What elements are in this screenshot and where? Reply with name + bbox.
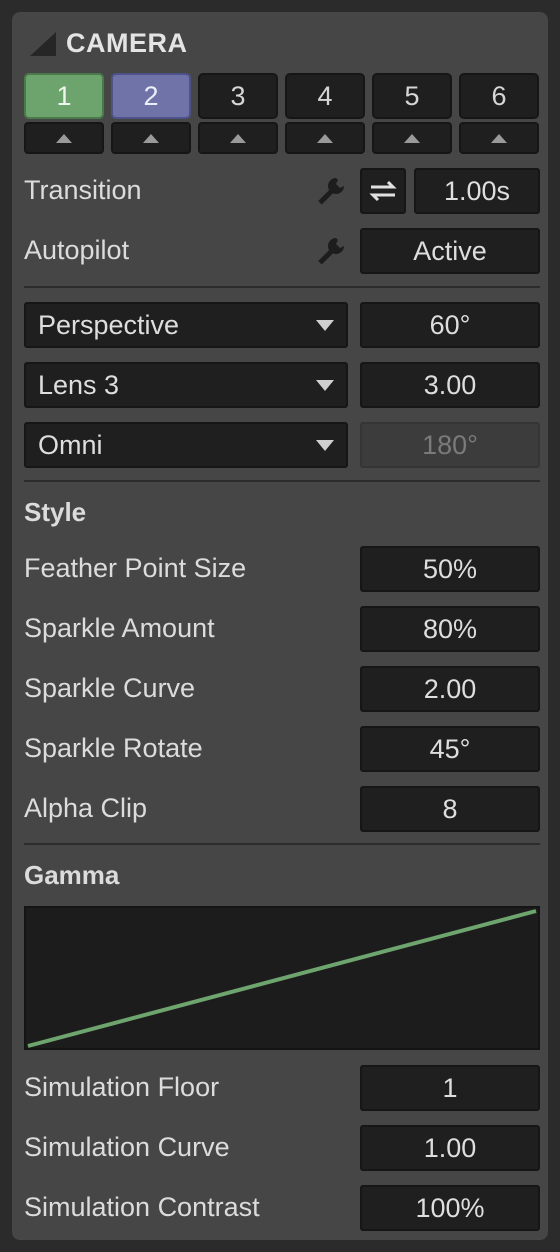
gamma-heading: Gamma xyxy=(24,860,120,890)
projection-selected: Perspective xyxy=(38,309,180,340)
lens-dropdown[interactable]: Lens 3 xyxy=(24,362,348,408)
simulation-floor-field[interactable]: 1 xyxy=(360,1065,540,1111)
camera-2-expand-button[interactable] xyxy=(111,122,191,154)
gamma-curve[interactable] xyxy=(26,908,538,1048)
simulation-contrast-field[interactable]: 100% xyxy=(360,1185,540,1231)
triangle-up-icon xyxy=(317,133,333,143)
sparkle-amount-label: Sparkle Amount xyxy=(24,613,215,643)
chevron-down-icon xyxy=(316,379,334,391)
camera-6-expand-button[interactable] xyxy=(459,122,539,154)
simulation-contrast-label: Simulation Contrast xyxy=(24,1192,260,1222)
camera-5-button[interactable]: 5 xyxy=(372,73,452,119)
camera-3-button[interactable]: 3 xyxy=(198,73,278,119)
divider xyxy=(24,843,540,845)
divider xyxy=(24,480,540,482)
panel-title: CAMERA xyxy=(66,28,188,58)
camera-4-button[interactable]: 4 xyxy=(285,73,365,119)
sparkle-amount-field[interactable]: 80% xyxy=(360,606,540,652)
swap-arrows-icon xyxy=(369,180,397,202)
camera-1-expand-button[interactable] xyxy=(24,122,104,154)
wrench-icon[interactable] xyxy=(314,174,348,208)
lens-value-field[interactable]: 3.00 xyxy=(360,362,540,408)
autopilot-label: Autopilot xyxy=(24,235,130,265)
alpha-clip-label: Alpha Clip xyxy=(24,793,148,823)
simulation-curve-field[interactable]: 1.00 xyxy=(360,1125,540,1171)
projection-dropdown[interactable]: Perspective xyxy=(24,302,348,348)
autopilot-toggle[interactable]: Active xyxy=(360,228,540,274)
alpha-clip-field[interactable]: 8 xyxy=(360,786,540,832)
feather-point-size-field[interactable]: 50% xyxy=(360,546,540,592)
triangle-up-icon xyxy=(491,133,507,143)
swap-transition-button[interactable] xyxy=(360,168,406,214)
divider xyxy=(24,286,540,288)
camera-3-expand-button[interactable] xyxy=(198,122,278,154)
transition-duration-field[interactable]: 1.00s xyxy=(414,168,540,214)
simulation-curve-label: Simulation Curve xyxy=(24,1132,230,1162)
gamma-curve-editor[interactable] xyxy=(24,906,540,1050)
triangle-up-icon xyxy=(143,133,159,143)
chevron-down-icon xyxy=(316,439,334,451)
chevron-down-icon xyxy=(316,319,334,331)
light-angle-field: 180° xyxy=(360,422,540,468)
camera-1-button[interactable]: 1 xyxy=(24,73,104,119)
sparkle-curve-label: Sparkle Curve xyxy=(24,673,196,703)
sparkle-curve-field[interactable]: 2.00 xyxy=(360,666,540,712)
transition-label: Transition xyxy=(24,175,142,205)
style-heading: Style xyxy=(24,497,87,527)
camera-6-button[interactable]: 6 xyxy=(459,73,539,119)
simulation-floor-label: Simulation Floor xyxy=(24,1072,220,1102)
feather-point-size-label: Feather Point Size xyxy=(24,553,247,583)
light-type-dropdown[interactable]: Omni xyxy=(24,422,348,468)
sparkle-rotate-field[interactable]: 45° xyxy=(360,726,540,772)
camera-5-expand-button[interactable] xyxy=(372,122,452,154)
sparkle-rotate-label: Sparkle Rotate xyxy=(24,733,203,763)
fov-field[interactable]: 60° xyxy=(360,302,540,348)
collapse-triangle-icon[interactable] xyxy=(28,30,58,58)
camera-2-button[interactable]: 2 xyxy=(111,73,191,119)
wrench-icon[interactable] xyxy=(314,234,348,268)
camera-panel: CAMERA 1 2 3 4 5 6 Transition 1.00s Auto… xyxy=(12,12,548,1240)
lens-selected: Lens 3 xyxy=(38,369,120,400)
camera-4-expand-button[interactable] xyxy=(285,122,365,154)
triangle-up-icon xyxy=(230,133,246,143)
light-type-selected: Omni xyxy=(38,429,103,460)
triangle-up-icon xyxy=(56,133,72,143)
triangle-up-icon xyxy=(404,133,420,143)
